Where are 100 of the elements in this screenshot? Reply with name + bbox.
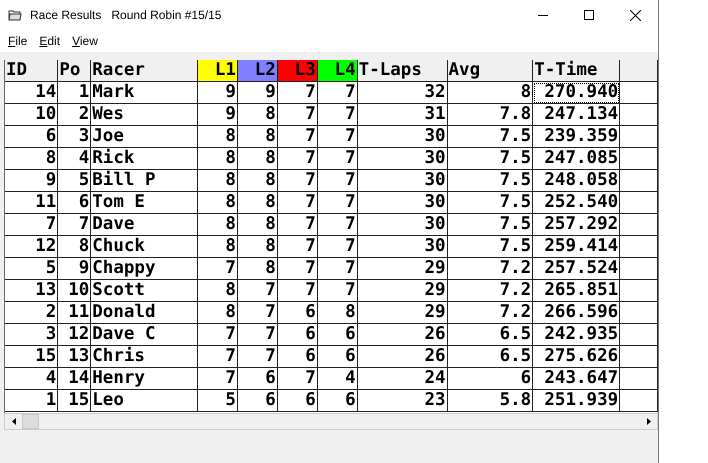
table-cell: 247.085 — [532, 148, 620, 170]
column-header[interactable]: Avg — [447, 60, 533, 82]
table-cell: 2 — [58, 104, 91, 126]
table-cell: Chappy — [90, 258, 198, 280]
table-cell: 7 — [277, 280, 318, 302]
table-cell: 8 — [58, 236, 91, 258]
table-cell: 30 — [357, 236, 448, 258]
table-cell: 5 — [58, 170, 91, 192]
table-cell: 8 — [198, 214, 238, 236]
column-header[interactable]: Po — [58, 60, 91, 82]
table-cell: 7 — [317, 170, 358, 192]
table-cell: 7.5 — [447, 192, 533, 214]
column-header[interactable]: L1 — [198, 60, 238, 82]
table-cell: 7.2 — [447, 280, 533, 302]
table-cell: 252.540 — [532, 192, 620, 214]
table-cell: 8 — [198, 148, 238, 170]
table-cell: 8 — [198, 302, 238, 324]
table-cell: 3 — [5, 324, 58, 346]
table-cell: 24 — [357, 368, 448, 390]
table-cell: 239.359 — [532, 126, 620, 148]
table-cell: 14 — [58, 368, 91, 390]
table-cell: 7 — [317, 148, 358, 170]
table-cell: 8 — [198, 236, 238, 258]
table-cell: 32 — [357, 82, 448, 104]
table-cell: 26 — [357, 324, 448, 346]
table-cell: Donald — [90, 302, 198, 324]
table-cell: 8 — [198, 280, 238, 302]
table-cell: 8 — [237, 214, 278, 236]
table-cell: Wes — [90, 104, 198, 126]
menu-item[interactable]: View — [66, 34, 104, 48]
table-cell: 6 — [317, 324, 358, 346]
table-cell: 6 — [447, 368, 533, 390]
table-cell: 1 — [58, 82, 91, 104]
table-cell: 11 — [5, 192, 58, 214]
table-cell: 29 — [357, 302, 448, 324]
table-cell: 8 — [237, 236, 278, 258]
column-header[interactable]: ID — [5, 60, 58, 82]
table-cell: 243.647 — [532, 368, 620, 390]
table-cell: 5 — [5, 258, 58, 280]
column-header[interactable]: L3 — [277, 60, 318, 82]
table-cell: 8 — [198, 170, 238, 192]
column-header[interactable]: L4 — [317, 60, 358, 82]
table-cell: Dave — [90, 214, 198, 236]
table-cell: 4 — [317, 368, 358, 390]
table-cell: 9 — [198, 82, 238, 104]
horizontal-scrollbar[interactable] — [4, 413, 658, 430]
table-cell: 7 — [277, 258, 318, 280]
table-cell: 6 — [277, 346, 318, 368]
table-cell: 6.5 — [447, 324, 533, 346]
table-cell: 15 — [5, 346, 58, 368]
table-cell: 26 — [357, 346, 448, 368]
table-cell: 7 — [317, 280, 358, 302]
table-cell: 7 — [198, 324, 238, 346]
table-cell: 10 — [58, 280, 91, 302]
column-header[interactable]: Racer — [90, 60, 198, 82]
table-cell: 9 — [237, 82, 278, 104]
table-cell: 30 — [357, 214, 448, 236]
table-cell: Mark — [90, 82, 198, 104]
table-cell: Dave C — [90, 324, 198, 346]
menu-item[interactable]: Edit — [33, 34, 66, 48]
table-cell: Chuck — [90, 236, 198, 258]
table-cell: 7.5 — [447, 236, 533, 258]
table-cell: 6.5 — [447, 346, 533, 368]
table-cell: 8 — [237, 258, 278, 280]
table-cell: 3 — [58, 126, 91, 148]
table-cell: 13 — [5, 280, 58, 302]
table-cell: 8 — [237, 148, 278, 170]
table-cell: Joe — [90, 126, 198, 148]
table-cell: 7 — [237, 346, 278, 368]
table-cell: 12 — [5, 236, 58, 258]
window-title: Race Results — [30, 8, 102, 22]
table-cell: 8 — [237, 104, 278, 126]
table-cell: 7 — [317, 214, 358, 236]
table-cell: Henry — [90, 368, 198, 390]
menu-item[interactable]: File — [2, 34, 34, 48]
table-cell: 15 — [58, 390, 91, 412]
table-cell: 8 — [198, 192, 238, 214]
table-cell: 275.626 — [532, 346, 620, 368]
table-cell: 8 — [198, 126, 238, 148]
table-cell: 7 — [277, 126, 318, 148]
table-cell: 7 — [277, 214, 318, 236]
column-header[interactable]: T-Time — [532, 60, 620, 82]
table-cell: 14 — [5, 82, 58, 104]
scrollbar-thumb[interactable] — [22, 414, 39, 429]
app-icon — [8, 9, 22, 21]
table-cell: 7 — [317, 258, 358, 280]
table-cell: 242.935 — [532, 324, 620, 346]
table-cell: 6 — [277, 324, 318, 346]
table-cell: 259.414 — [532, 236, 620, 258]
column-header[interactable]: L2 — [237, 60, 278, 82]
table-cell: 2 — [5, 302, 58, 324]
table-cell: 6 — [277, 390, 318, 412]
table-cell: 248.058 — [532, 170, 620, 192]
table-cell: 11 — [58, 302, 91, 324]
table-cell: 8 — [237, 126, 278, 148]
table-cell: 7.2 — [447, 302, 533, 324]
table-cell: 251.939 — [532, 390, 620, 412]
column-header[interactable]: T-Laps — [357, 60, 448, 82]
table-cell: Scott — [90, 280, 198, 302]
table-cell: 7 — [277, 104, 318, 126]
